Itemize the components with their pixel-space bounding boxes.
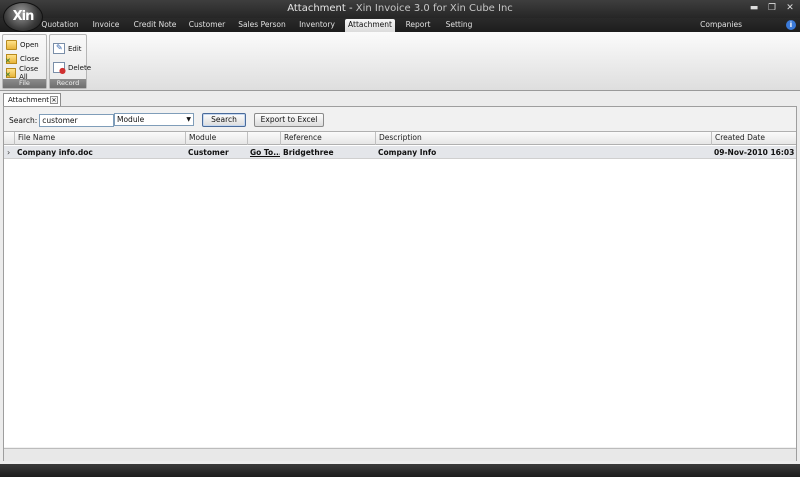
- tab-quotation[interactable]: Quotation: [40, 19, 80, 32]
- ribbon-group-record: Edit Delete Record: [49, 34, 91, 89]
- close-window-icon[interactable]: ✕: [784, 3, 796, 13]
- column-header-created-date[interactable]: Created Date: [711, 132, 796, 145]
- workspace: Attachment ✕ Search: customer Module ▼ S…: [0, 91, 800, 464]
- attachment-panel: Search: customer Module ▼ Search Export …: [3, 106, 797, 461]
- tab-attachment[interactable]: Attachment: [345, 19, 395, 32]
- edit-icon: [53, 43, 65, 54]
- module-select[interactable]: Module ▼: [114, 113, 194, 126]
- ribbon-group-record-caption: Record: [50, 79, 86, 88]
- cell-description: Company Info: [378, 148, 437, 157]
- companies-menu[interactable]: Companies: [700, 19, 742, 31]
- open-button[interactable]: Open: [6, 38, 39, 51]
- attachment-grid: File Name Module Reference Description C…: [4, 131, 796, 447]
- restore-icon[interactable]: ❐: [766, 3, 778, 13]
- close-tab-icon[interactable]: ✕: [50, 96, 58, 104]
- document-tab-attachment[interactable]: Attachment ✕: [3, 93, 61, 106]
- search-bar: Search: customer Module ▼ Search Export …: [9, 113, 324, 127]
- edit-button[interactable]: Edit: [53, 42, 82, 55]
- delete-button[interactable]: Delete: [53, 61, 91, 75]
- window-title: Attachment - Xin Invoice 3.0 for Xin Cub…: [0, 3, 800, 14]
- menu-bar: Quotation Invoice Credit Note Customer S…: [0, 18, 800, 32]
- delete-icon: [53, 62, 66, 75]
- table-row[interactable]: › Company info.doc Customer Go To... Bri…: [4, 146, 796, 159]
- ribbon-group-file: Open Close Close All File: [2, 34, 47, 89]
- cell-file-name: Company info.doc: [17, 148, 93, 157]
- ribbon: Open Close Close All File Edit Delete Re…: [0, 32, 800, 91]
- document-tab-label: Attachment: [8, 96, 50, 104]
- cell-reference: Bridgethree: [283, 148, 334, 157]
- goto-link[interactable]: Go To...: [247, 146, 280, 159]
- chevron-down-icon: ▼: [186, 116, 191, 123]
- tab-invoice[interactable]: Invoice: [86, 19, 126, 32]
- window-title-brand: Xin Invoice 3.0 for Xin Cube Inc: [355, 3, 513, 14]
- window-title-main: Attachment -: [287, 3, 356, 14]
- tab-report[interactable]: Report: [401, 19, 435, 32]
- tab-sales-person[interactable]: Sales Person: [236, 19, 288, 32]
- close-all-button[interactable]: Close All: [5, 65, 46, 81]
- tab-customer[interactable]: Customer: [185, 19, 229, 32]
- title-bar: Xin Attachment - Xin Invoice 3.0 for Xin…: [0, 0, 800, 32]
- ribbon-group-file-caption: File: [3, 79, 46, 88]
- edit-button-label: Edit: [68, 44, 82, 53]
- minimize-icon[interactable]: ▬: [748, 3, 760, 13]
- tab-inventory[interactable]: Inventory: [294, 19, 340, 32]
- close-button[interactable]: Close: [5, 52, 40, 65]
- search-label: Search:: [9, 115, 38, 125]
- folder-open-icon: [6, 39, 17, 50]
- export-to-excel-button[interactable]: Export to Excel: [254, 113, 324, 127]
- folder-close-all-icon: [5, 67, 17, 79]
- cell-module: Customer: [188, 148, 229, 157]
- window-controls: ▬ ❐ ✕: [748, 3, 796, 13]
- column-header-module[interactable]: Module: [185, 132, 247, 145]
- tab-setting[interactable]: Setting: [441, 19, 477, 32]
- column-header-file-name[interactable]: File Name: [14, 132, 185, 145]
- delete-button-label: Delete: [68, 63, 91, 72]
- close-button-label: Close: [20, 54, 40, 63]
- grid-header: File Name Module Reference Description C…: [4, 132, 796, 145]
- module-select-value: Module: [117, 115, 145, 124]
- search-button[interactable]: Search: [202, 113, 246, 127]
- bottom-bar: [0, 464, 800, 477]
- folder-close-icon: [5, 53, 17, 65]
- cell-created-date: 09-Nov-2010 16:03: [714, 148, 795, 157]
- open-button-label: Open: [20, 40, 39, 49]
- tab-credit-note[interactable]: Credit Note: [132, 19, 178, 32]
- logo-text: Xin: [12, 9, 35, 24]
- info-icon[interactable]: i: [786, 20, 796, 30]
- app-logo-button[interactable]: Xin: [3, 2, 43, 32]
- column-header-goto[interactable]: [247, 132, 280, 145]
- column-header-description[interactable]: Description: [375, 132, 711, 145]
- grid-status-bar: [4, 448, 796, 461]
- search-input[interactable]: customer: [39, 113, 115, 127]
- row-selector-icon: ›: [7, 148, 11, 157]
- column-header-reference[interactable]: Reference: [280, 132, 375, 145]
